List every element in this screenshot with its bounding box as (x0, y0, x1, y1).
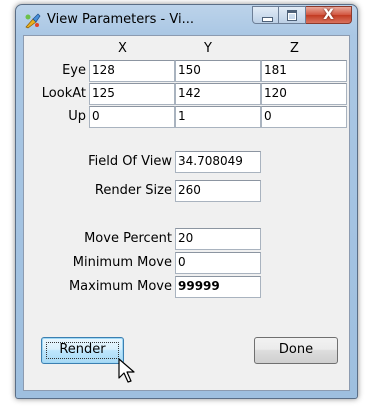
minimize-button[interactable] (252, 6, 279, 24)
dialog-client-area: X Y Z Eye 128 150 181 LookAt 125 142 120… (23, 35, 350, 391)
field-of-view-field[interactable]: 34.708049 (175, 151, 261, 173)
maximize-button[interactable] (279, 6, 306, 24)
up-label: Up (68, 109, 86, 124)
paintbrush-app-icon (25, 13, 41, 29)
render-button-label: Render (59, 342, 106, 357)
eye-x-field[interactable]: 128 (89, 60, 175, 82)
done-button[interactable]: Done (254, 337, 338, 364)
field-of-view-label: Field Of View (88, 154, 172, 169)
eye-z-field[interactable]: 181 (261, 60, 347, 82)
lookat-y-field[interactable]: 142 (175, 83, 261, 105)
title-bar[interactable]: View Parameters - Vi... X (16, 5, 357, 35)
column-header-y: Y (204, 41, 212, 56)
close-icon: X (323, 7, 334, 23)
move-percent-field[interactable]: 20 (175, 228, 261, 250)
column-header-x: X (118, 41, 127, 56)
view-parameters-dialog: View Parameters - Vi... X X Y Z Eye 128 … (15, 4, 358, 399)
render-size-label: Render Size (94, 183, 172, 198)
minimum-move-field[interactable]: 0 (175, 252, 261, 274)
maximize-icon (287, 10, 297, 21)
close-button[interactable]: X (306, 6, 352, 24)
lookat-x-field[interactable]: 125 (89, 83, 175, 105)
window-title: View Parameters - Vi... (47, 12, 194, 27)
move-percent-label: Move Percent (84, 231, 172, 246)
caption-buttons: X (252, 6, 352, 24)
lookat-z-field[interactable]: 120 (261, 83, 347, 105)
minimize-icon (262, 17, 273, 22)
minimum-move-label: Minimum Move (72, 255, 172, 270)
up-z-field[interactable]: 0 (261, 106, 347, 128)
mouse-pointer-icon (118, 358, 135, 383)
render-button[interactable]: Render (41, 337, 124, 364)
eye-y-field[interactable]: 150 (175, 60, 261, 82)
render-size-field[interactable]: 260 (175, 180, 261, 202)
up-y-field[interactable]: 1 (175, 106, 261, 128)
column-header-z: Z (290, 41, 299, 56)
maximum-move-field[interactable]: 99999 (175, 276, 261, 298)
up-x-field[interactable]: 0 (89, 106, 175, 128)
eye-label: Eye (62, 63, 86, 78)
maximum-move-label: Maximum Move (68, 279, 172, 294)
done-button-label: Done (278, 342, 314, 357)
lookat-label: LookAt (41, 86, 86, 101)
